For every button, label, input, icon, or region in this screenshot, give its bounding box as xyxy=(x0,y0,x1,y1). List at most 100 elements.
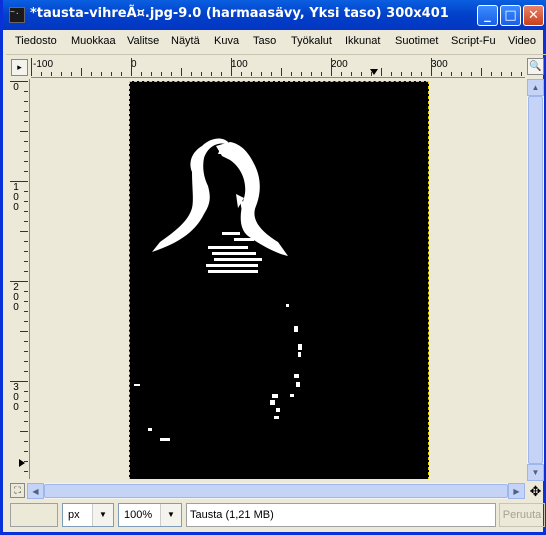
horizontal-scroll-thumb[interactable] xyxy=(44,484,508,498)
vruler-label: 300 xyxy=(13,382,19,413)
horizontal-scrollbar[interactable]: ◀ ▶ xyxy=(27,483,525,499)
zoom-select[interactable]: 100% ▼ xyxy=(118,503,182,527)
ruler-tick xyxy=(271,72,272,76)
menu-nayta[interactable]: Näytä xyxy=(171,35,200,47)
image-layer[interactable] xyxy=(129,81,429,479)
scroll-up-arrow[interactable]: ▲ xyxy=(527,79,544,96)
ruler-tick xyxy=(211,72,212,76)
menu-arrow-button[interactable]: ▸ xyxy=(11,59,28,76)
menu-tyokalut[interactable]: Työkalut xyxy=(291,35,332,47)
quick-mask-icon[interactable]: ⛶ xyxy=(10,483,25,498)
ruler-tick xyxy=(281,68,282,76)
ruler-tick xyxy=(471,72,472,76)
zoom-value: 100% xyxy=(124,509,153,521)
ruler-tick xyxy=(191,72,192,76)
menu-tiedosto[interactable]: Tiedosto xyxy=(15,35,57,47)
menu-separator xyxy=(6,54,546,55)
cancel-button[interactable]: Peruuta xyxy=(499,503,545,527)
scroll-right-arrow[interactable]: ▶ xyxy=(508,483,525,499)
ruler-tick xyxy=(181,68,182,76)
vruler-label: 200 xyxy=(13,282,19,313)
ruler-tick xyxy=(24,361,28,362)
vruler-label: 100 xyxy=(13,182,19,213)
ruler-tick xyxy=(91,72,92,76)
pointer-marker xyxy=(19,459,25,467)
ruler-tick xyxy=(161,72,162,76)
ruler-tick xyxy=(24,421,28,422)
title-bar[interactable]: ~. *tausta-vihreÃ¤.jpg-9.0 (harmaasävy, … xyxy=(3,0,546,30)
ruler-tick xyxy=(131,58,132,76)
image-canvas[interactable] xyxy=(31,79,525,479)
ruler-tick xyxy=(341,72,342,76)
minimize-button[interactable]: _ xyxy=(477,5,498,26)
menu-script-fu[interactable]: Script-Fu xyxy=(451,35,496,47)
ruler-tick xyxy=(291,72,292,76)
ruler-tick xyxy=(24,251,28,252)
menu-muokkaa[interactable]: Muokkaa xyxy=(71,35,116,47)
ruler-tick xyxy=(24,261,28,262)
ruler-tick xyxy=(24,471,28,472)
ruler-tick xyxy=(24,371,28,372)
vertical-ruler[interactable]: 0 100 200 300 xyxy=(10,79,30,479)
gimp-image-icon[interactable]: ~. xyxy=(9,7,25,23)
ruler-tick xyxy=(24,91,28,92)
zoom-icon[interactable]: 🔍 xyxy=(527,58,544,75)
scroll-down-arrow[interactable]: ▼ xyxy=(527,464,544,481)
ruler-tick xyxy=(381,68,382,76)
ruler-tick xyxy=(24,151,28,152)
ruler-tick xyxy=(221,72,222,76)
ruler-tick xyxy=(24,291,28,292)
menu-video[interactable]: Video xyxy=(508,35,536,47)
scroll-left-arrow[interactable]: ◀ xyxy=(27,483,44,499)
ruler-tick xyxy=(421,72,422,76)
hruler-label: 100 xyxy=(231,59,248,70)
ruler-tick xyxy=(24,121,28,122)
ruler-tick xyxy=(301,72,302,76)
ruler-tick xyxy=(24,321,28,322)
image-window: ~. *tausta-vihreÃ¤.jpg-9.0 (harmaasävy, … xyxy=(0,0,546,535)
menu-ikkunat[interactable]: Ikkunat xyxy=(345,35,380,47)
ruler-tick xyxy=(511,72,512,76)
chevron-down-icon[interactable]: ▼ xyxy=(92,504,113,526)
ruler-tick xyxy=(361,72,362,76)
ruler-tick xyxy=(261,72,262,76)
horizontal-ruler[interactable]: -100 0 100 200 300 xyxy=(31,58,525,78)
maximize-button[interactable]: □ xyxy=(500,5,521,26)
ruler-tick xyxy=(24,351,28,352)
unit-select[interactable]: px ▼ xyxy=(62,503,114,527)
close-button[interactable]: ✕ xyxy=(523,5,544,26)
ruler-tick xyxy=(24,391,28,392)
ruler-tick xyxy=(111,72,112,76)
menu-valitse[interactable]: Valitse xyxy=(127,35,159,47)
vertical-scrollbar[interactable]: ▲ ▼ xyxy=(527,79,544,481)
ruler-tick xyxy=(24,411,28,412)
ruler-tick xyxy=(311,72,312,76)
ruler-tick xyxy=(441,72,442,76)
hruler-label: 300 xyxy=(431,59,448,70)
navigate-icon[interactable]: ✥ xyxy=(527,483,544,500)
window-title: *tausta-vihreÃ¤.jpg-9.0 (harmaasävy, Yks… xyxy=(30,6,449,21)
menu-kuva[interactable]: Kuva xyxy=(214,35,239,47)
unit-value: px xyxy=(68,509,80,521)
ruler-tick xyxy=(451,72,452,76)
ruler-tick xyxy=(24,211,28,212)
ruler-tick xyxy=(24,301,28,302)
ruler-tick xyxy=(391,72,392,76)
ruler-tick xyxy=(24,271,28,272)
ruler-tick xyxy=(151,72,152,76)
ruler-tick xyxy=(20,131,28,132)
ruler-tick xyxy=(501,72,502,76)
menu-suotimet[interactable]: Suotimet xyxy=(395,35,438,47)
ruler-tick xyxy=(241,72,242,76)
ruler-tick xyxy=(401,72,402,76)
chevron-down-icon[interactable]: ▼ xyxy=(160,504,181,526)
menu-bar: Tiedosto Muokkaa Valitse Näytä Kuva Taso… xyxy=(6,32,546,52)
ruler-tick xyxy=(61,72,62,76)
ruler-tick xyxy=(24,311,28,312)
ruler-tick xyxy=(321,72,322,76)
ruler-tick xyxy=(231,58,232,76)
status-message: Tausta (1,21 MB) xyxy=(186,503,496,527)
vertical-scroll-thumb[interactable] xyxy=(528,96,543,464)
menu-taso[interactable]: Taso xyxy=(253,35,276,47)
ruler-tick xyxy=(331,58,332,76)
